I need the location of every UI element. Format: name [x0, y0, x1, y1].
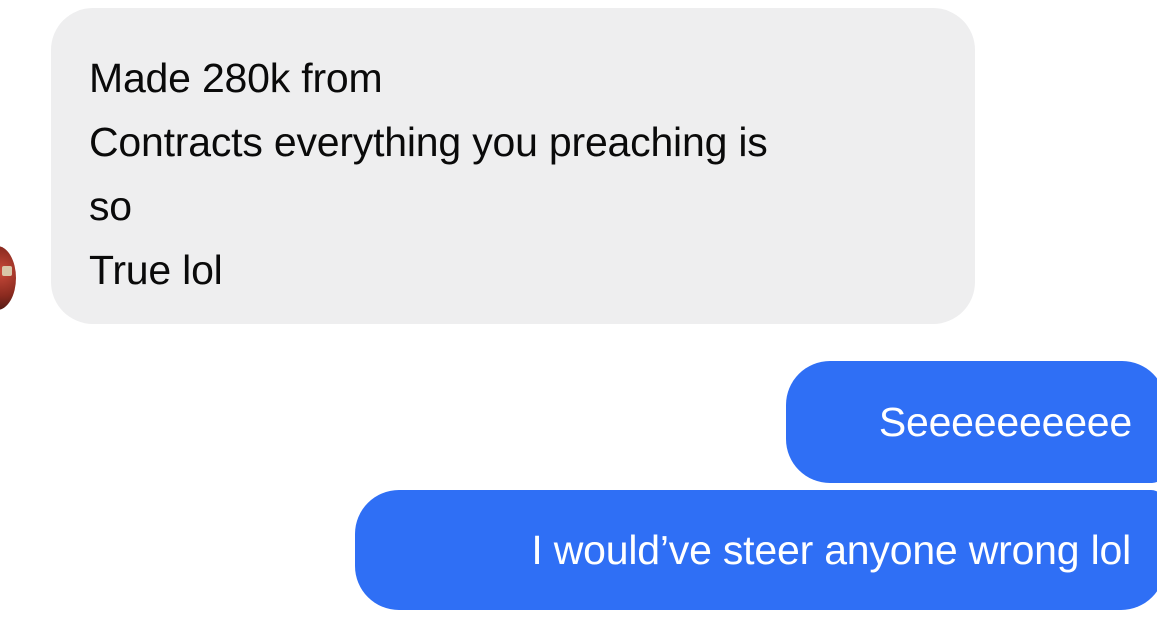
message-thread: Made 280k from Contracts everything you …: [0, 0, 1157, 627]
outgoing-message-bubble[interactable]: I would’ve steer anyone wrong lol: [355, 490, 1157, 610]
message-text: I would’ve steer anyone wrong lol: [531, 526, 1131, 573]
outgoing-message-bubble[interactable]: Seeeeeeeeee: [786, 361, 1157, 483]
incoming-message-bubble[interactable]: Made 280k from Contracts everything you …: [51, 8, 975, 324]
message-line: Contracts everything you preaching is: [89, 119, 768, 165]
message-text: Seeeeeeeeee: [878, 398, 1132, 445]
message-line: True lol: [89, 247, 223, 293]
avatar-badge-icon: [2, 266, 12, 276]
contact-avatar[interactable]: [0, 246, 16, 310]
message-line: so: [89, 183, 132, 229]
message-line: Made 280k from: [89, 55, 383, 101]
